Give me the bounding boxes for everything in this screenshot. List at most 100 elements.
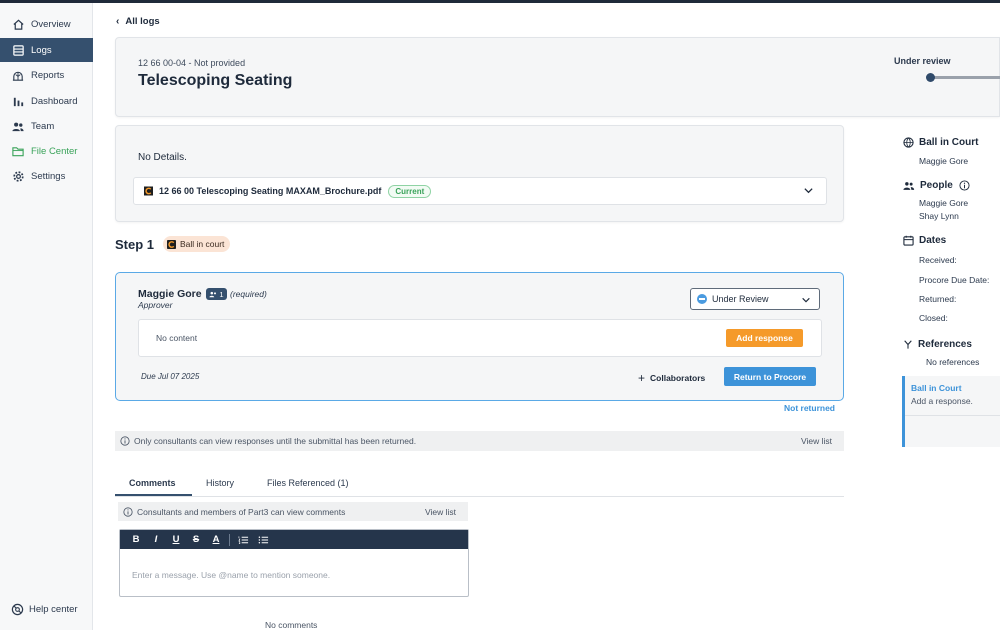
submittal-header: 12 66 00-04 - Not provided Telescoping S…: [115, 37, 1000, 117]
sidebar-item-settings[interactable]: Settings: [0, 164, 93, 188]
plus-icon: +: [638, 371, 646, 385]
no-content-text: No content: [156, 333, 198, 343]
comment-input[interactable]: Enter a message. Use @name to mention so…: [132, 570, 330, 580]
file-name: 12 66 00 Telescoping Seating MAXAM_Broch…: [159, 186, 382, 196]
sidebar-item-team[interactable]: Team: [0, 114, 93, 138]
view-list-link[interactable]: View list: [425, 507, 456, 517]
chevron-down-icon: [801, 295, 811, 308]
logs-icon: [11, 43, 25, 57]
date-closed-label: Closed:: [919, 313, 948, 323]
sidebar-item-file-center[interactable]: File Center: [0, 139, 93, 163]
person-name: Shay Lynn: [919, 211, 959, 221]
editor-toolbar: B I U S A: [120, 530, 468, 549]
workflow-progress-track: [928, 76, 1000, 79]
ball-in-court-card-title: Ball in Court: [911, 383, 962, 393]
toolbar-divider: [229, 533, 230, 546]
approver-count-badge: 1: [206, 288, 227, 300]
people-section-title: People: [903, 180, 970, 191]
dates-section-title: Dates: [903, 235, 946, 246]
workflow-status-label: Under review: [894, 56, 951, 66]
ball-in-court-section-title: Ball in Court: [903, 137, 978, 148]
tab-files-referenced[interactable]: Files Referenced (1): [267, 478, 349, 488]
tab-comments[interactable]: Comments: [129, 478, 176, 488]
add-collaborators-button[interactable]: + Collaborators: [638, 371, 705, 385]
calendar-icon: [903, 235, 914, 246]
ball-in-court-card[interactable]: Ball in Court Add a response.: [902, 376, 1000, 447]
workflow-progress-dot: [926, 73, 935, 82]
file-version-badge: Current: [388, 184, 432, 198]
basketball-icon: [903, 137, 914, 148]
ordered-list-button[interactable]: [233, 530, 253, 549]
team-icon: [11, 119, 25, 133]
folder-icon: [11, 144, 25, 158]
sidebar: Overview Logs Reports Dashboard Team Fil…: [0, 3, 93, 630]
back-link-label: All logs: [125, 16, 160, 27]
sidebar-item-label: Settings: [31, 170, 66, 182]
underline-button[interactable]: U: [166, 530, 186, 549]
page-title: Telescoping Seating: [138, 72, 293, 89]
details-card: No Details. 12 66 00 Telescoping Seating…: [115, 125, 844, 222]
people-icon: [903, 181, 915, 191]
response-status-select[interactable]: Under Review: [690, 288, 820, 310]
help-center-label: Help center: [29, 604, 78, 615]
comments-info-bar: Consultants and members of Part3 can vie…: [118, 502, 468, 521]
sidebar-item-label: Logs: [31, 44, 52, 56]
info-icon[interactable]: [959, 180, 970, 191]
references-title: References: [918, 339, 972, 350]
comments-info-text: Consultants and members of Part3 can vie…: [137, 506, 346, 517]
no-references-text: No references: [926, 357, 980, 367]
approver-role: Approver: [138, 300, 173, 310]
add-response-button[interactable]: Add response: [726, 329, 803, 347]
italic-button[interactable]: I: [146, 530, 166, 549]
response-box: No content Add response: [138, 319, 822, 357]
reports-icon: [11, 68, 25, 82]
chevron-left-icon: ‹: [116, 16, 120, 27]
date-returned-label: Returned:: [919, 294, 957, 304]
no-comments-text: No comments: [265, 620, 318, 630]
sidebar-item-dashboard[interactable]: Dashboard: [0, 89, 93, 113]
spec-section-code: 12 66 00-04 - Not provided: [138, 58, 246, 68]
sidebar-item-logs[interactable]: Logs: [0, 38, 93, 62]
approver-count: 1: [219, 289, 224, 299]
home-icon: [11, 17, 25, 31]
view-list-link[interactable]: View list: [801, 436, 832, 446]
procore-file-icon: [144, 186, 153, 196]
attached-file-row[interactable]: 12 66 00 Telescoping Seating MAXAM_Broch…: [133, 177, 827, 205]
step-title: Step 1: [115, 237, 155, 252]
consultant-info-bar: Only consultants can view responses unti…: [115, 431, 844, 451]
dates-title: Dates: [919, 235, 947, 246]
bold-button[interactable]: B: [126, 530, 146, 549]
group-icon: [209, 291, 217, 298]
activity-tabs: Comments History Files Referenced (1): [115, 470, 844, 497]
back-to-all-logs-link[interactable]: ‹ All logs: [116, 16, 160, 27]
text-color-button[interactable]: A: [206, 530, 226, 549]
status-select-value: Under Review: [712, 294, 769, 304]
ball-in-court-person: Maggie Gore: [919, 156, 969, 166]
return-status: Not returned: [784, 403, 835, 413]
branch-icon: [903, 339, 913, 350]
chevron-down-icon[interactable]: [803, 185, 814, 199]
procore-logo-icon: [167, 239, 176, 249]
gear-icon: [11, 169, 25, 183]
help-icon: [11, 603, 24, 616]
date-procore-due-label: Procore Due Date:: [919, 275, 990, 285]
return-to-procore-button[interactable]: Return to Procore: [724, 367, 816, 386]
person-name: Maggie Gore: [919, 198, 969, 208]
ball-in-court-badge-label: Ball in court: [180, 239, 225, 249]
help-center-link[interactable]: Help center: [11, 603, 78, 616]
info-icon: [123, 506, 133, 517]
references-section-title: References: [903, 339, 972, 350]
tab-history[interactable]: History: [206, 478, 234, 488]
sidebar-item-reports[interactable]: Reports: [0, 63, 93, 87]
ball-in-court-card-text: Add a response.: [911, 396, 973, 406]
ordered-list-icon: [237, 535, 249, 545]
sidebar-item-label: Reports: [31, 69, 65, 81]
bullet-list-button[interactable]: [253, 530, 273, 549]
dashboard-icon: [11, 94, 25, 108]
date-received-label: Received:: [919, 255, 957, 265]
approver-step-card: Maggie Gore 1 (required) Approver Under …: [115, 272, 844, 401]
sidebar-item-overview[interactable]: Overview: [0, 12, 93, 36]
ball-in-court-title: Ball in Court: [919, 137, 979, 148]
sidebar-item-label: Dashboard: [31, 95, 78, 107]
strikethrough-button[interactable]: S: [186, 530, 206, 549]
